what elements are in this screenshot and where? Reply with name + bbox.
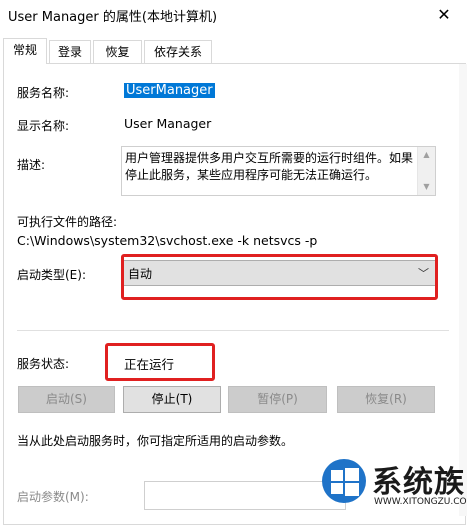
start-params-label: 启动参数(M): (17, 490, 89, 504)
divider (17, 330, 449, 331)
start-button[interactable]: 启动(S) (18, 386, 115, 413)
exe-path-value: C:\Windows\system32\svchost.exe -k netsv… (17, 233, 318, 248)
description-text: 用户管理器提供多用户交互所需要的运行时组件。如果停止此服务，某些应用程序可能无法… (125, 151, 414, 182)
panel-edge (459, 64, 467, 516)
scroll-down-icon[interactable]: ▼ (418, 179, 435, 195)
tab-logon[interactable]: 登录 (49, 40, 91, 63)
service-status-label: 服务状态: (17, 357, 70, 371)
close-button[interactable]: ✕ (421, 0, 467, 30)
watermark-text: 系统族 (372, 465, 465, 500)
description-box[interactable]: 用户管理器提供多用户交互所需要的运行时组件。如果停止此服务，某些应用程序可能无法… (121, 146, 436, 196)
tab-strip: 常规 登录 恢复 依存关系 (0, 38, 467, 64)
resume-button[interactable]: 恢复(R) (337, 386, 435, 413)
annotation-highlight-status (105, 343, 215, 381)
pause-button[interactable]: 暂停(P) (228, 386, 327, 413)
stop-button[interactable]: 停止(T) (123, 386, 221, 413)
start-params-input[interactable] (144, 481, 346, 510)
display-name-label: 显示名称: (17, 119, 70, 133)
service-name-label: 服务名称: (17, 86, 70, 100)
annotation-highlight-startup (121, 254, 438, 300)
watermark: 系统族 WWW.XITONGZU.COM (320, 455, 467, 516)
description-label: 描述: (17, 158, 46, 172)
exe-path-label: 可执行文件的路径: (17, 215, 118, 229)
title-bar: User Manager 的属性(本地计算机) ✕ (0, 0, 467, 30)
tab-general[interactable]: 常规 (3, 38, 47, 64)
window-title: User Manager 的属性(本地计算机) (8, 10, 218, 25)
tab-recovery[interactable]: 恢复 (93, 40, 142, 63)
display-name-value: User Manager (124, 116, 212, 131)
description-scrollbar[interactable]: ▲ ▼ (417, 147, 435, 195)
tab-dependencies[interactable]: 依存关系 (144, 40, 212, 63)
windows-logo-icon (322, 459, 366, 503)
service-name-value[interactable]: UserManager (124, 83, 215, 98)
startup-type-label: 启动类型(E): (17, 268, 86, 282)
hint-text: 当从此处启动服务时，你可指定所适用的启动参数。 (17, 434, 294, 448)
scroll-up-icon[interactable]: ▲ (418, 147, 435, 163)
watermark-url: WWW.XITONGZU.COM (374, 497, 467, 507)
